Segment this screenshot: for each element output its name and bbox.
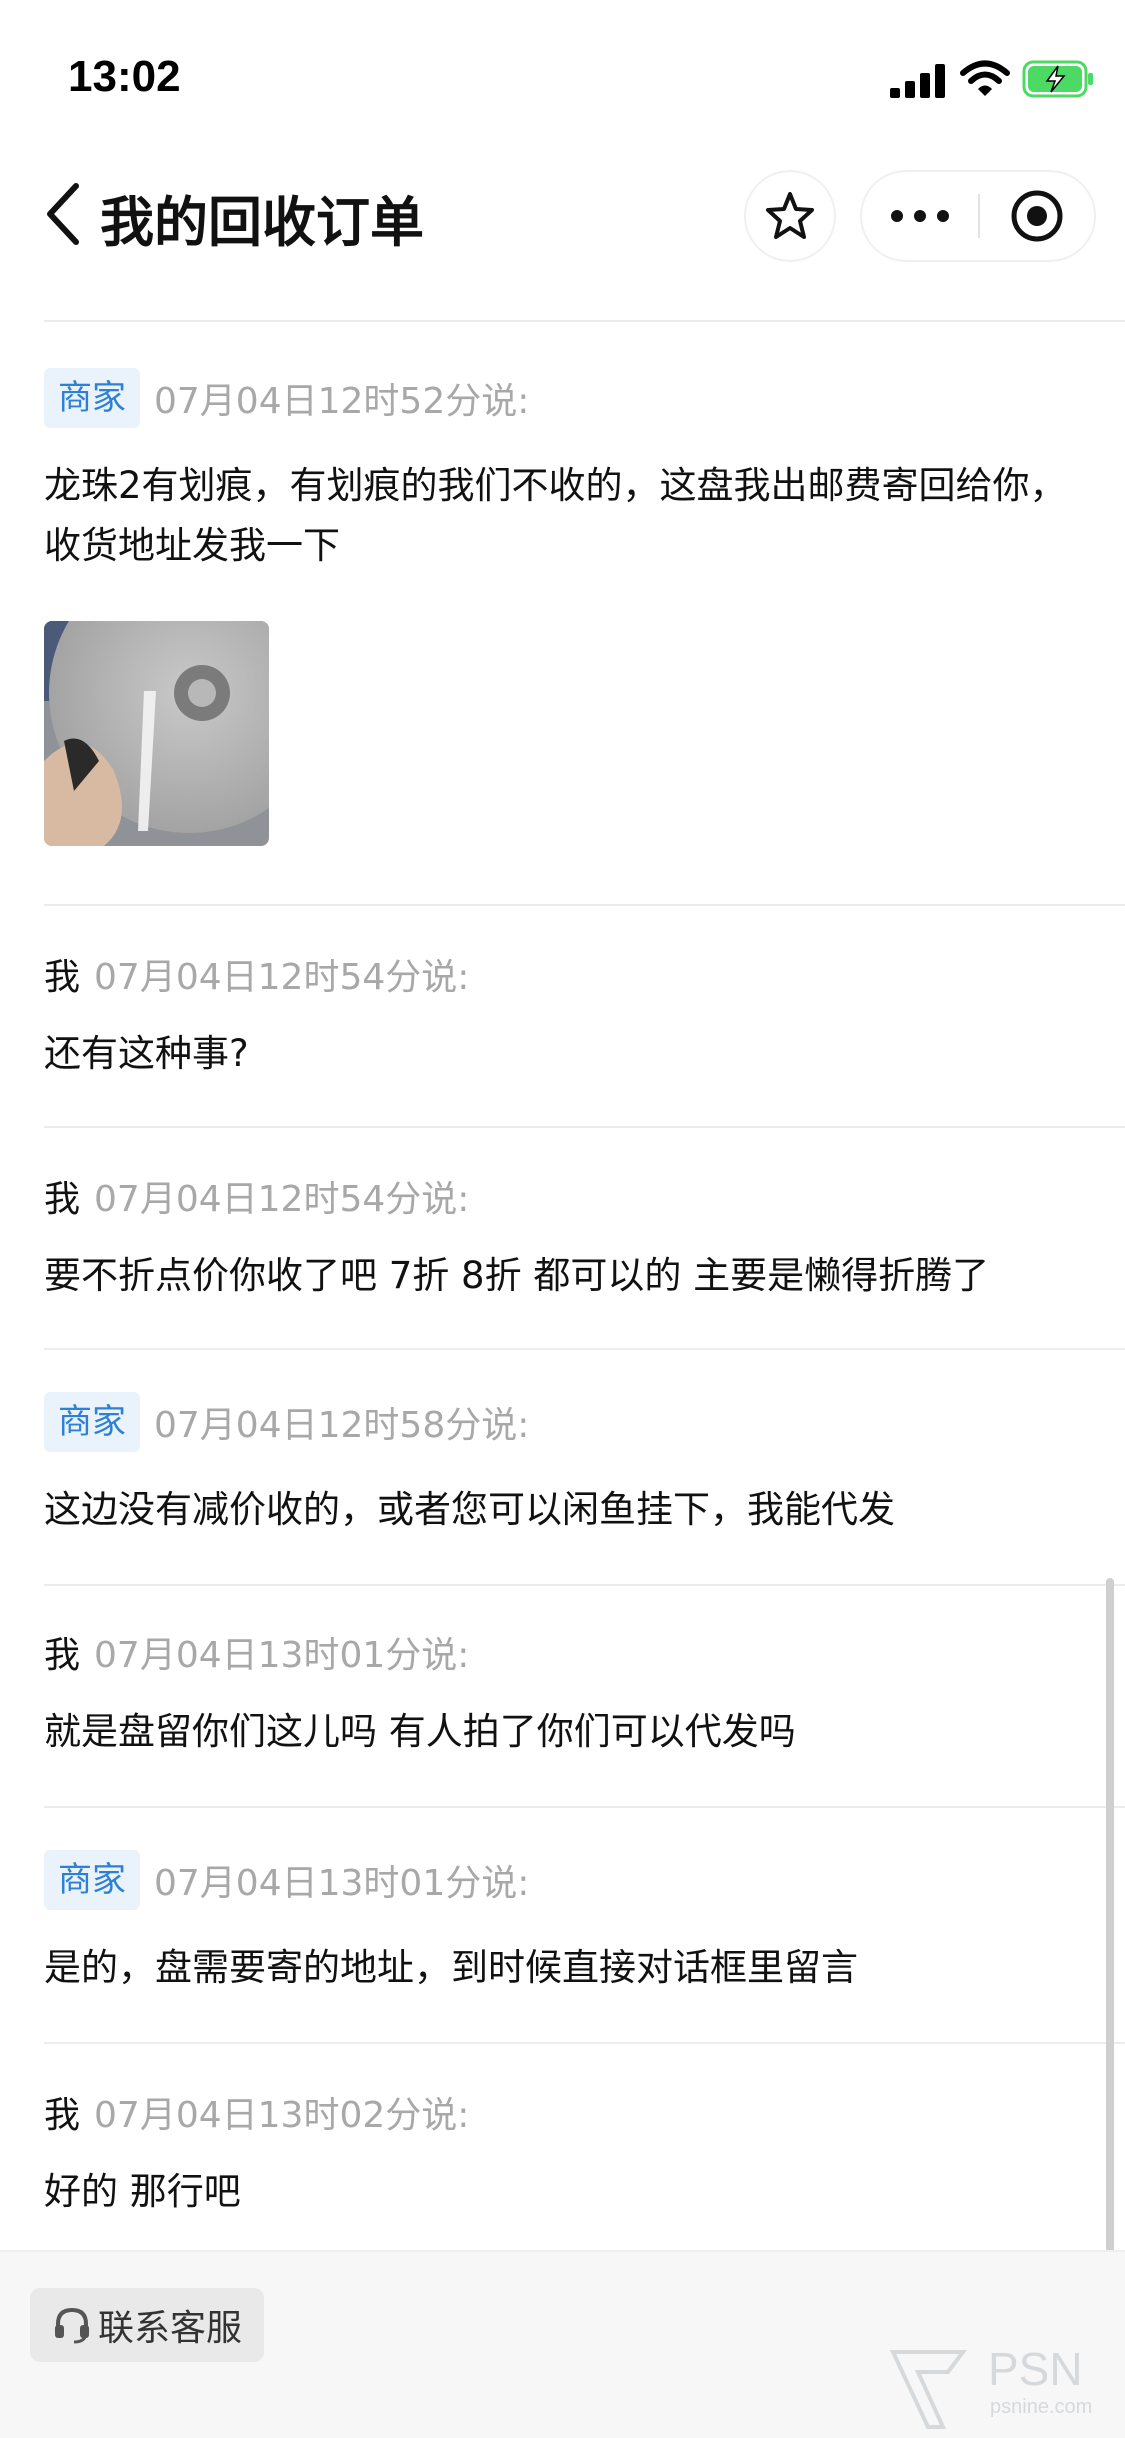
message-item: 我 07月04日12时54分说: 要不折点价你收了吧 7折 8折 都可以的 主要…: [44, 1166, 1125, 1346]
merchant-badge: 商家: [44, 368, 140, 428]
watermark-brand: PSN: [988, 2343, 1083, 2395]
message-item: 商家 07月04日12时52分说: 龙珠2有划痕，有划痕的我们不收的，这盘我出邮…: [44, 368, 1125, 904]
message-timestamp: 07月04日13时01分说:: [154, 1863, 530, 1904]
message-timestamp: 07月04日12时52分说:: [154, 381, 530, 422]
message-timestamp: 07月04日12时54分说:: [94, 957, 470, 998]
message-text: 要不折点价你收了吧 7折 8折 都可以的 主要是懒得折腾了: [44, 1254, 990, 1297]
watermark-site: psnine.com: [990, 2396, 1093, 2418]
message-header: 我 07月04日12时54分说:: [44, 944, 469, 1004]
message-divider: [44, 1806, 1125, 1808]
footer-bar: 联系客服 PSN psnine.com: [0, 2250, 1125, 2438]
close-target-icon: [1011, 190, 1063, 242]
contact-service-label: 联系客服: [98, 2308, 243, 2349]
sender-label: 我: [44, 2095, 81, 2136]
message-text: 龙珠2有划痕，有划痕的我们不收的，这盘我出邮费寄回给你，收货地址发我一下: [44, 464, 1067, 567]
sender-label: 我: [44, 957, 81, 998]
message-divider: [44, 2042, 1125, 2044]
message-divider: [44, 904, 1125, 906]
disc-photo-image: [44, 621, 269, 846]
watermark: PSN psnine.com: [888, 2342, 1118, 2432]
message-item: 商家 07月04日13时01分说: 是的，盘需要寄的地址，到时候直接对话框里留言: [44, 1850, 1125, 2030]
message-divider: [44, 1348, 1125, 1350]
merchant-badge: 商家: [44, 1392, 140, 1452]
back-chevron-icon[interactable]: [44, 182, 84, 246]
page-title: 我的回收订单: [100, 191, 424, 254]
message-text: 还有这种事?: [44, 1032, 249, 1075]
wifi-icon: [960, 60, 1010, 96]
message-timestamp: 07月04日12时58分说:: [154, 1405, 530, 1446]
close-button[interactable]: [980, 172, 1094, 260]
message-item: 我 07月04日13时02分说: 好的 那行吧: [44, 2082, 1125, 2250]
message-header: 商家 07月04日13时01分说:: [44, 1850, 529, 1910]
battery-charging-icon: [1022, 60, 1093, 98]
contact-service-button[interactable]: 联系客服: [30, 2288, 265, 2362]
favorite-button[interactable]: [746, 172, 834, 260]
message-text: 这边没有减价收的，或者您可以闲鱼挂下，我能代发: [44, 1488, 895, 1531]
status-bar: 13:02: [0, 0, 1125, 150]
message-header: 商家 07月04日12时52分说:: [44, 368, 529, 428]
mini-program-capsule: [862, 172, 1094, 260]
message-item: 我 07月04日12时54分说: 还有这种事?: [44, 944, 1125, 1124]
more-dots-icon: [891, 210, 949, 222]
status-time: 13:02: [68, 52, 181, 101]
message-timestamp: 07月04日12时54分说:: [94, 1179, 470, 1220]
message-text: 就是盘留你们这儿吗 有人拍了你们可以代发吗: [44, 1710, 796, 1753]
message-header: 我 07月04日12时54分说:: [44, 1166, 469, 1226]
star-icon: [766, 192, 814, 239]
message-divider: [44, 1584, 1125, 1586]
message-header: 商家 07月04日12时58分说:: [44, 1392, 529, 1452]
message-divider: [44, 1126, 1125, 1128]
sender-label: 我: [44, 1635, 81, 1676]
message-header: 我 07月04日13时02分说:: [44, 2082, 469, 2142]
more-button[interactable]: [862, 172, 978, 260]
message-image[interactable]: [44, 621, 269, 846]
message-text: 好的 那行吧: [44, 2170, 241, 2213]
scrollbar[interactable]: [1106, 1578, 1114, 2258]
sender-label: 我: [44, 1179, 81, 1220]
message-timestamp: 07月04日13时02分说:: [94, 2095, 470, 2136]
watermark-logo-icon: [889, 2350, 967, 2429]
message-header: 我 07月04日13时01分说:: [44, 1622, 469, 1682]
headset-icon: [55, 2307, 89, 2344]
message-item: 商家 07月04日12时58分说: 这边没有减价收的，或者您可以闲鱼挂下，我能代…: [44, 1392, 1125, 1572]
message-timestamp: 07月04日13时01分说:: [94, 1635, 470, 1676]
message-text: 是的，盘需要寄的地址，到时候直接对话框里留言: [44, 1946, 858, 1989]
merchant-badge: 商家: [44, 1850, 140, 1910]
signal-icon: [890, 64, 945, 98]
message-item: 我 07月04日13时01分说: 就是盘留你们这儿吗 有人拍了你们可以代发吗: [44, 1622, 1125, 1802]
header-divider: [44, 320, 1125, 322]
